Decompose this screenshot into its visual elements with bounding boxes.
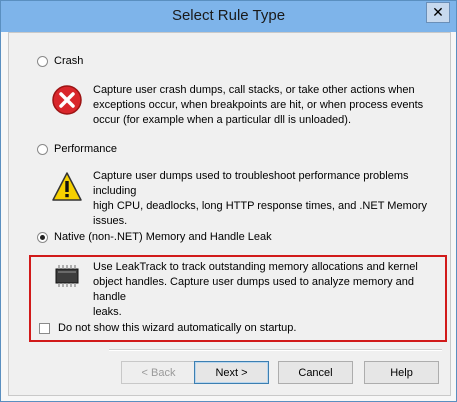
back-button[interactable]: < Back: [121, 361, 196, 384]
dialog-window: Select Rule Type ✕ Crash Capture user cr…: [0, 0, 457, 402]
close-icon: ✕: [432, 4, 444, 20]
option-native-memory-leak[interactable]: Native (non-.NET) Memory and Handle Leak: [37, 229, 272, 245]
option-crash[interactable]: Crash: [37, 53, 83, 69]
performance-radio[interactable]: [37, 143, 48, 155]
crash-radio[interactable]: [37, 55, 48, 67]
error-icon: [51, 84, 83, 116]
native-leak-description: Use LeakTrack to track outstanding memor…: [93, 260, 450, 320]
help-button[interactable]: Help: [364, 361, 439, 384]
option-label: Native (non-.NET) Memory and Handle Leak: [54, 231, 272, 243]
crash-description: Capture user crash dumps, call stacks, o…: [93, 83, 423, 128]
window-title: Select Rule Type: [171, 7, 286, 24]
desc-line: object handles. Capture user dumps used …: [93, 276, 415, 303]
close-button[interactable]: ✕: [426, 2, 450, 23]
separator: [109, 349, 442, 351]
native-leak-radio[interactable]: [37, 231, 48, 243]
desc-line: Capture user dumps used to troubleshoot …: [93, 170, 409, 197]
startup-checkbox-row[interactable]: Do not show this wizard automatically on…: [39, 322, 296, 334]
desc-line: issues.: [93, 215, 128, 227]
performance-description: Capture user dumps used to troubleshoot …: [93, 169, 450, 229]
option-label: Crash: [54, 55, 84, 67]
desc-line: high CPU, deadlocks, long HTTP response …: [93, 200, 428, 212]
desc-line: exceptions occur, when breakpoints are h…: [93, 99, 424, 111]
option-label: Performance: [54, 143, 117, 155]
desc-line: occur (for example when a particular dll…: [93, 114, 352, 126]
option-performance[interactable]: Performance: [37, 141, 117, 157]
title-bar[interactable]: Select Rule Type ✕: [1, 1, 456, 32]
desc-line: Use LeakTrack to track outstanding memor…: [93, 261, 418, 273]
memory-chip-icon: [51, 260, 83, 292]
next-button[interactable]: Next >: [194, 361, 269, 384]
desc-line: Capture user crash dumps, call stacks, o…: [93, 84, 415, 96]
cancel-button[interactable]: Cancel: [278, 361, 353, 384]
startup-checkbox[interactable]: [39, 322, 50, 334]
dialog-body: Crash Capture user crash dumps, call sta…: [8, 32, 451, 396]
warning-icon: [51, 171, 83, 203]
startup-checkbox-label: Do not show this wizard automatically on…: [58, 322, 297, 334]
desc-line: leaks.: [93, 306, 122, 318]
